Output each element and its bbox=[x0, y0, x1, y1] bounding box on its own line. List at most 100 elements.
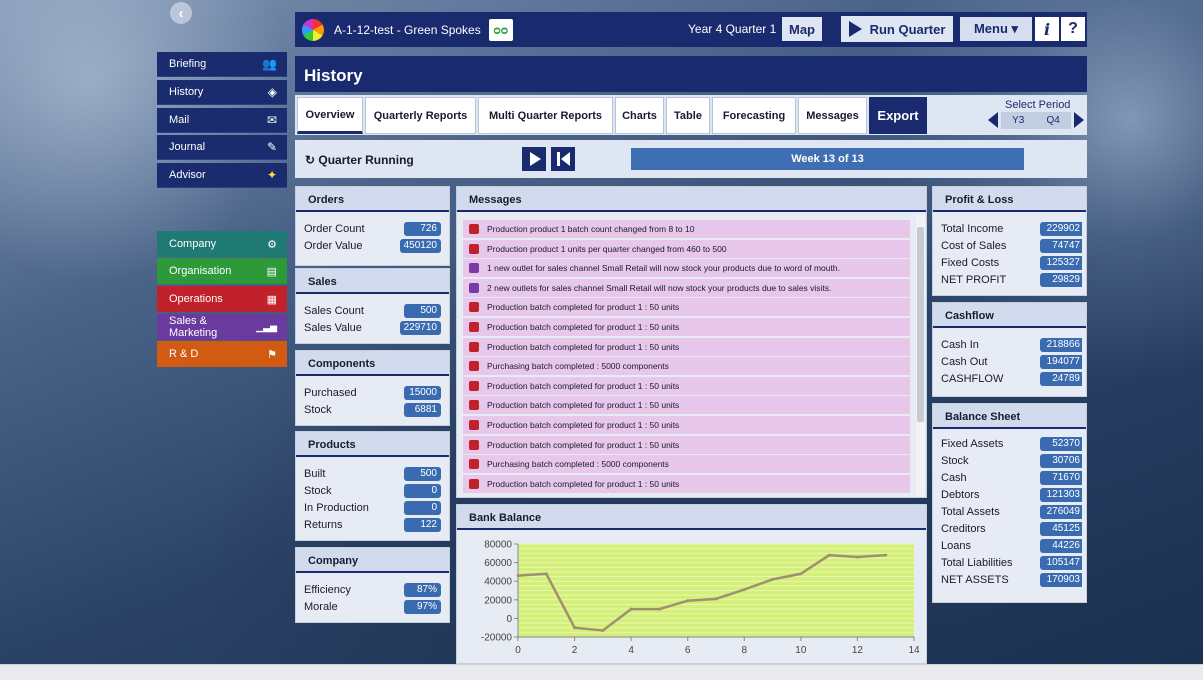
sidebar-item-organisation[interactable]: Organisation ▤ bbox=[157, 258, 287, 284]
menu-button[interactable]: Menu ▾ bbox=[960, 17, 1032, 41]
message-item[interactable]: Production batch completed for product 1… bbox=[463, 337, 910, 356]
stat-value: 276049 bbox=[1040, 505, 1082, 519]
sidebar-item-operations[interactable]: Operations ▦ bbox=[157, 286, 287, 312]
message-item[interactable]: Production batch completed for product 1… bbox=[463, 415, 910, 434]
tab-messages[interactable]: Messages bbox=[798, 97, 867, 134]
sidebar-item-sales-marketing[interactable]: Sales & Marketing ▁▃▅ bbox=[157, 314, 287, 340]
stat-value: 121303 bbox=[1040, 488, 1082, 502]
top-bar: A-1-12-test - Green Spokes ᴑᴑ Year 4 Qua… bbox=[295, 12, 1087, 47]
stat-label: Creditors bbox=[941, 523, 986, 535]
stat-value: 229902 bbox=[1040, 222, 1082, 236]
message-status-icon bbox=[469, 400, 479, 411]
sidebar-item-advisor[interactable]: Advisor ✦ bbox=[157, 163, 287, 188]
cashflow-panel: Cashflow Cash In 218866 Cash Out 194077 CA… bbox=[932, 302, 1087, 397]
stat-row: Total Liabilities 105147 bbox=[941, 556, 1082, 571]
stat-row: Morale 97% bbox=[304, 600, 441, 615]
diamond-icon: ◈ bbox=[267, 85, 277, 99]
tab-forecasting[interactable]: Forecasting bbox=[712, 97, 796, 134]
stat-row: NET PROFIT 29829 bbox=[941, 273, 1082, 288]
panel-title: Cashflow bbox=[933, 303, 1086, 328]
period-year: Y3 bbox=[1012, 115, 1025, 126]
bank-balance-chart: -200000200004000060000800000 2 4 6 8 10 12 14 bbox=[481, 540, 920, 657]
quarter-running-bar: ↻ Quarter Running Week 13 of 13 bbox=[295, 140, 1087, 178]
back-button[interactable]: ‹ bbox=[170, 2, 192, 24]
stat-row: Cash In 218866 bbox=[941, 338, 1082, 353]
stat-row: Order Count 726 bbox=[304, 222, 441, 237]
chart-data-point bbox=[742, 588, 746, 592]
balance-sheet-panel: Balance Sheet Fixed Assets 52370 Stock 307… bbox=[932, 403, 1087, 603]
message-item[interactable]: Production product 1 units per quarter c… bbox=[463, 239, 910, 258]
panel-title: Profit & Loss bbox=[933, 187, 1086, 212]
stat-row: CASHFLOW 24789 bbox=[941, 372, 1082, 387]
sidebar-item-r-and-d[interactable]: R & D ⚑ bbox=[157, 341, 287, 367]
sidebar-item-label: Operations bbox=[169, 293, 223, 305]
app-title: A-1-12-test - Green Spokes bbox=[334, 22, 481, 37]
chart-data-point bbox=[827, 553, 831, 557]
sidebar-item-briefing[interactable]: Briefing 👥 bbox=[157, 52, 287, 77]
messages-list[interactable]: Production product 1 batch count changed… bbox=[463, 220, 910, 494]
stat-row: NET ASSETS 170903 bbox=[941, 573, 1082, 588]
stat-row: Sales Count 500 bbox=[304, 304, 441, 319]
bank-balance-panel: Bank Balance -20000 0 20000 40000 60000 80000… bbox=[456, 504, 927, 664]
run-quarter-button[interactable]: Run Quarter bbox=[841, 16, 953, 42]
message-item[interactable]: 2 new outlets for sales channel Small Re… bbox=[463, 278, 910, 297]
chart-data-point bbox=[573, 626, 577, 630]
rewind-button[interactable] bbox=[551, 147, 575, 171]
chart-data-point bbox=[629, 607, 633, 611]
period-selector[interactable]: Y3 Q4 bbox=[1001, 112, 1071, 129]
message-text: Production batch completed for product 1… bbox=[487, 321, 680, 332]
stat-label: Cash bbox=[941, 472, 967, 484]
sidebar-item-label: Sales & Marketing bbox=[169, 315, 218, 339]
bar-chart-icon: ▁▃▅ bbox=[256, 321, 277, 332]
chart-y-tick-label: 60000 bbox=[484, 558, 512, 569]
period-prev-arrow-icon[interactable] bbox=[988, 112, 998, 128]
message-item[interactable]: Production batch completed for product 1… bbox=[463, 298, 910, 317]
envelope-icon: ✉ bbox=[266, 113, 277, 127]
message-status-icon bbox=[469, 439, 479, 450]
stat-value: 15000 bbox=[404, 386, 441, 400]
stat-label: NET ASSETS bbox=[941, 574, 1009, 586]
stat-label: NET PROFIT bbox=[941, 274, 1007, 286]
message-item[interactable]: Production batch completed for product 1… bbox=[463, 435, 910, 454]
sidebar-item-journal[interactable]: Journal ✎ bbox=[157, 135, 287, 160]
tab-multi-quarter-reports[interactable]: Multi Quarter Reports bbox=[478, 97, 613, 134]
chart-x-tick-label: 12 bbox=[852, 645, 864, 656]
message-status-icon bbox=[469, 243, 479, 254]
message-item[interactable]: Production batch completed for product 1… bbox=[463, 317, 910, 336]
messages-scrollbar[interactable] bbox=[916, 215, 925, 497]
scrollbar-thumb[interactable] bbox=[917, 227, 924, 422]
sidebar-item-history[interactable]: History ◈ bbox=[157, 80, 287, 105]
chart-data-point bbox=[657, 607, 661, 611]
factory-icon: ▦ bbox=[266, 293, 277, 306]
message-item[interactable]: Production batch completed for product 1… bbox=[463, 474, 910, 493]
chart-data-point bbox=[884, 553, 888, 557]
stat-row: Returns 122 bbox=[304, 518, 441, 533]
sidebar-item-company[interactable]: Company ⚙ bbox=[157, 231, 287, 257]
tab-quarterly-reports[interactable]: Quarterly Reports bbox=[365, 97, 476, 134]
info-button[interactable]: i bbox=[1035, 17, 1059, 41]
chart-x-tick-label: 14 bbox=[908, 645, 920, 656]
play-button[interactable] bbox=[522, 147, 546, 171]
message-item[interactable]: Production batch completed for product 1… bbox=[463, 396, 910, 415]
message-item[interactable]: Production product 1 batch count changed… bbox=[463, 220, 910, 238]
stat-value: 74747 bbox=[1040, 239, 1082, 253]
map-button[interactable]: Map bbox=[782, 17, 822, 41]
tab-table[interactable]: Table bbox=[666, 97, 710, 134]
help-button[interactable]: ? bbox=[1061, 17, 1085, 41]
message-item[interactable]: Purchasing batch completed : 5000 compon… bbox=[463, 357, 910, 376]
tab-overview[interactable]: Overview bbox=[297, 97, 363, 134]
period-next-arrow-icon[interactable] bbox=[1074, 112, 1084, 128]
message-item[interactable]: Production batch completed for product 1… bbox=[463, 376, 910, 395]
messages-panel: Messages Production product 1 batch coun… bbox=[456, 186, 927, 498]
sidebar-item-label: Journal bbox=[169, 141, 206, 153]
stat-row: Stock 0 bbox=[304, 484, 441, 499]
tab-charts[interactable]: Charts bbox=[615, 97, 664, 134]
stat-label: Fixed Assets bbox=[941, 438, 1004, 450]
stat-row: Creditors 45125 bbox=[941, 522, 1082, 537]
sidebar-item-mail[interactable]: Mail ✉ bbox=[157, 108, 287, 133]
panel-title: Orders bbox=[296, 187, 449, 212]
message-item[interactable]: 1 new outlet for sales channel Small Ret… bbox=[463, 259, 910, 278]
message-item[interactable]: Purchasing batch completed : 5000 compon… bbox=[463, 455, 910, 474]
lightbulb-icon: ✦ bbox=[266, 168, 277, 182]
export-button[interactable]: Export bbox=[869, 97, 927, 134]
